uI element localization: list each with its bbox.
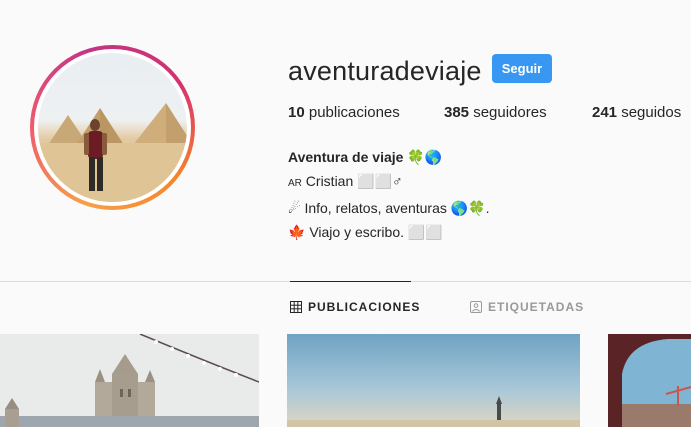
following-count-value: 241: [592, 104, 618, 121]
post-thumbnail-1[interactable]: [0, 334, 259, 427]
avatar-photo: [38, 53, 187, 202]
tab-publicaciones[interactable]: PUBLICACIONES: [290, 300, 420, 314]
profile-bio: Aventura de viaje 🍀🌎 AR Cristian ⬜⬜♂ ☄ I…: [288, 145, 490, 244]
bio-line-3: 🍁 Viajo y escribo. ⬜⬜: [288, 224, 443, 240]
bio-line-1: AR Cristian ⬜⬜♂: [288, 169, 490, 196]
grid-icon: [290, 301, 302, 313]
post-image-2: [287, 334, 580, 427]
bio-line-1-text: Cristian ⬜⬜♂: [301, 173, 403, 189]
posts-count[interactable]: 10 publicaciones: [288, 104, 400, 121]
posts-count-label: publicaciones: [304, 104, 400, 121]
followers-count-value: 385: [444, 104, 470, 121]
following-count[interactable]: 241 seguidos: [592, 104, 681, 121]
avatar-image: [38, 103, 187, 202]
tab-etiquetadas[interactable]: ETIQUETADAS: [470, 300, 584, 314]
active-tab-indicator: [290, 281, 411, 282]
post-image-3: [608, 334, 691, 427]
profile-full-name: Aventura de viaje 🍀🌎: [288, 149, 443, 165]
tab-etiquetadas-label: ETIQUETADAS: [488, 300, 585, 314]
username: aventuradeviaje: [288, 56, 482, 86]
post-thumbnail-3[interactable]: [608, 334, 691, 427]
following-count-label: seguidos: [617, 104, 682, 121]
followers-count-label: seguidores: [469, 104, 547, 121]
avatar-border: [34, 49, 191, 206]
bio-line-2: ☄ Info, relatos, aventuras 🌎🍀.: [288, 200, 490, 216]
post-thumbnail-2[interactable]: [287, 334, 580, 427]
tab-publicaciones-label: PUBLICACIONES: [308, 300, 421, 314]
post-image-1: [0, 334, 259, 427]
country-flag-text: AR: [288, 178, 302, 189]
profile-avatar[interactable]: [30, 45, 195, 210]
posts-count-value: 10: [288, 104, 305, 121]
tagged-icon: [470, 301, 482, 313]
followers-count[interactable]: 385 seguidores: [444, 104, 547, 121]
follow-button[interactable]: Seguir: [492, 54, 552, 83]
